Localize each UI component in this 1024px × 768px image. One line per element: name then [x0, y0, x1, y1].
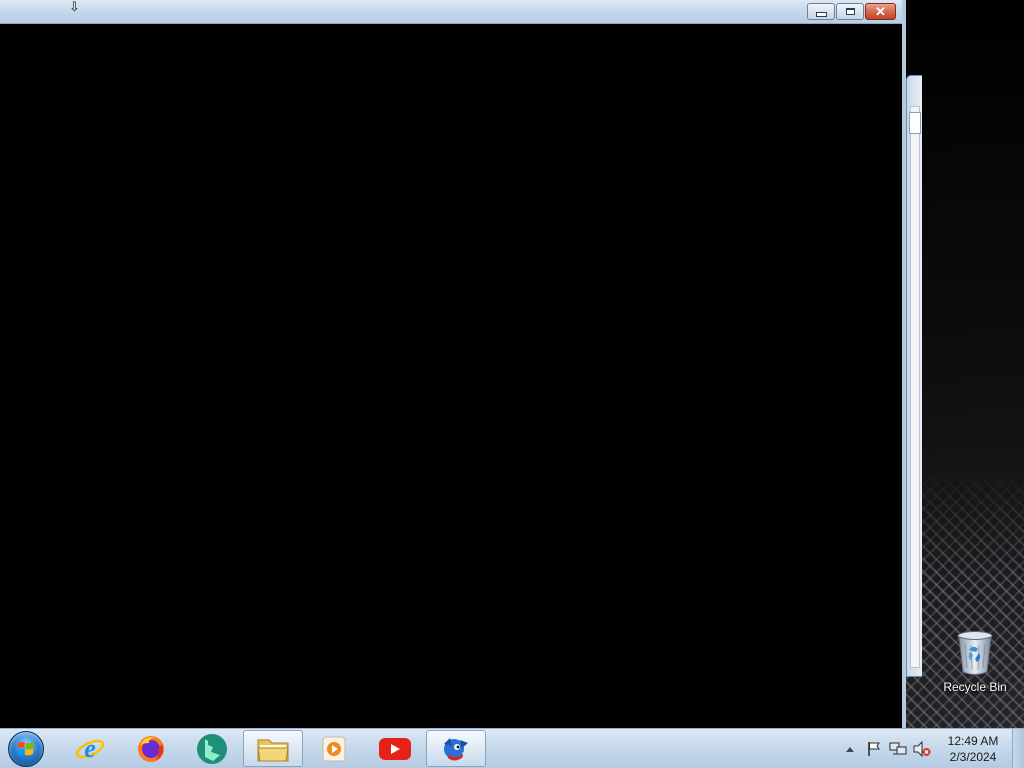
taskbar-file-explorer[interactable]	[243, 730, 303, 767]
clock-date: 2/3/2024	[949, 749, 997, 764]
youtube-icon	[379, 737, 411, 760]
taskbar-pinned-apps: e	[60, 730, 487, 767]
windows-start-orb-icon	[8, 731, 44, 767]
internet-explorer-icon: e	[75, 734, 105, 763]
system-tray: 12:49 AM 2/3/2024	[840, 729, 1024, 768]
bing-icon	[197, 733, 227, 764]
taskbar-media-player[interactable]	[304, 730, 364, 767]
recycle-bin-icon	[957, 631, 993, 675]
app-window: ⇩ ✕	[0, 0, 906, 728]
start-button[interactable]	[6, 730, 46, 768]
clock-time: 12:49 AM	[947, 733, 999, 748]
media-player-icon	[322, 736, 346, 761]
taskbar: e 12:49 AM 2/3/2024	[0, 728, 1024, 768]
desktop-icon-recycle-bin[interactable]: Recycle Bin	[940, 630, 1010, 694]
minimize-icon	[815, 11, 827, 17]
maximize-icon	[845, 8, 855, 15]
show-hidden-icons-icon	[846, 746, 854, 752]
background-window-edge[interactable]	[906, 75, 922, 677]
window-client-area[interactable]	[0, 24, 902, 728]
windows-logo-icon	[17, 741, 34, 756]
background-window-tab[interactable]	[909, 112, 921, 134]
taskbar-firefox[interactable]	[121, 730, 181, 767]
maximize-button[interactable]	[836, 3, 864, 20]
minimize-button[interactable]	[807, 3, 835, 20]
action-center-flag-icon	[868, 741, 880, 756]
recycle-bin-label: Recycle Bin	[943, 680, 1007, 694]
background-window-content	[910, 106, 920, 668]
taskbar-internet-explorer[interactable]: e	[60, 730, 120, 767]
game-icon	[444, 737, 470, 760]
network-icon	[889, 742, 907, 754]
volume-button[interactable]	[912, 739, 932, 759]
close-icon: ✕	[875, 4, 886, 19]
window-titlebar[interactable]: ⇩ ✕	[0, 0, 902, 24]
action-center-button[interactable]	[864, 739, 884, 759]
taskbar-clock[interactable]: 12:49 AM 2/3/2024	[940, 733, 1006, 765]
volume-muted-icon	[913, 740, 931, 757]
window-caption-buttons: ✕	[807, 3, 896, 20]
taskbar-game-app[interactable]	[426, 730, 486, 767]
show-desktop-button[interactable]	[1012, 729, 1024, 768]
taskbar-youtube[interactable]	[365, 730, 425, 767]
close-button[interactable]: ✕	[865, 3, 896, 20]
firefox-icon	[138, 735, 164, 762]
folder-icon	[257, 739, 289, 761]
network-button[interactable]	[888, 739, 908, 759]
taskbar-bing[interactable]	[182, 730, 242, 767]
svg-text:e: e	[84, 734, 96, 763]
show-hidden-icons-button[interactable]	[840, 739, 860, 759]
mouse-cursor-icon: ⇩	[69, 0, 80, 14]
